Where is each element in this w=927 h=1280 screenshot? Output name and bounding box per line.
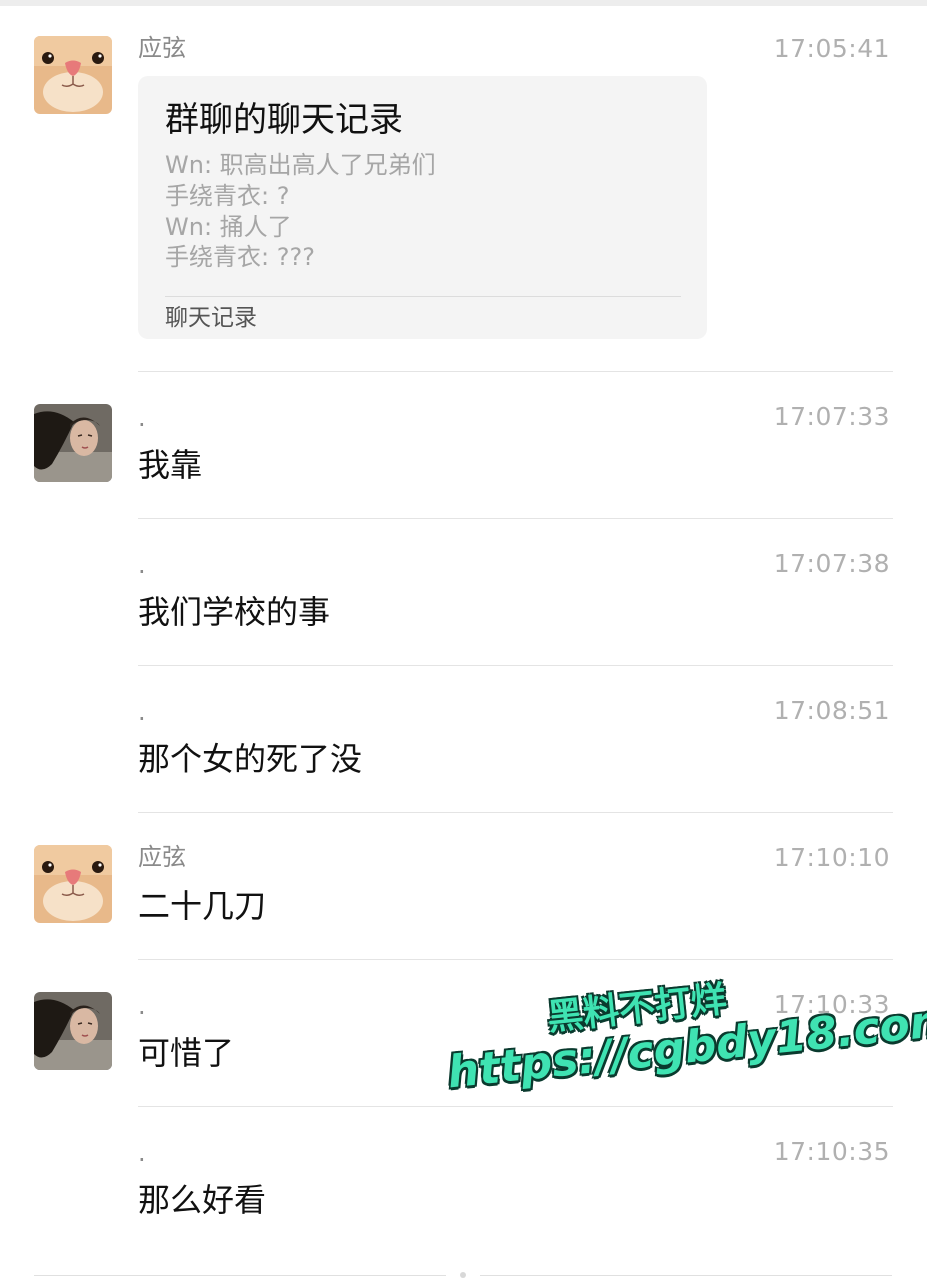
message-text: 那个女的死了没 [138, 740, 363, 778]
bottom-divider-dot [460, 1272, 466, 1278]
message-divider [138, 959, 893, 960]
sender-name: 应弦 [138, 34, 186, 62]
message-divider [138, 1106, 893, 1107]
message-text: 那么好看 [138, 1181, 267, 1219]
card-line: Wn: 职高出高人了兄弟们 [165, 151, 436, 179]
card-line: 手绕青衣: ? [165, 182, 290, 210]
sender-name: . [138, 1139, 146, 1167]
message-time: 17:07:33 [773, 402, 890, 431]
card-footer: 聊天记录 [165, 305, 257, 331]
message-divider [138, 518, 893, 519]
message-time: 17:07:38 [773, 549, 890, 578]
bottom-divider-right [480, 1275, 892, 1276]
message-text: 我们学校的事 [138, 593, 331, 631]
message-time: 17:08:51 [773, 696, 890, 725]
card-title: 群聊的聊天记录 [165, 100, 403, 140]
cat-avatar[interactable] [34, 36, 112, 114]
card-line: Wn: 捅人了 [165, 213, 292, 241]
girl-avatar[interactable] [34, 992, 112, 1070]
chat-record-card[interactable]: 群聊的聊天记录 Wn: 职高出高人了兄弟们 手绕青衣: ? Wn: 捅人了 手绕… [138, 76, 707, 339]
sender-name: . [138, 551, 146, 579]
message-text: 我靠 [138, 446, 203, 484]
message-text: 可惜了 [138, 1034, 235, 1072]
cat-avatar[interactable] [34, 845, 112, 923]
sender-name: . [138, 992, 146, 1020]
message-divider [138, 665, 893, 666]
message-divider [138, 371, 893, 372]
message-time: 17:10:35 [773, 1137, 890, 1166]
sender-name: . [138, 404, 146, 432]
sender-name: . [138, 698, 146, 726]
bottom-divider-left [34, 1275, 446, 1276]
card-divider [165, 296, 681, 297]
sender-name: 应弦 [138, 843, 186, 871]
message-time: 17:10:10 [773, 843, 890, 872]
top-strip [0, 0, 927, 6]
message-divider [138, 812, 893, 813]
card-line: 手绕青衣: ??? [165, 243, 315, 271]
girl-avatar[interactable] [34, 404, 112, 482]
message-text: 二十几刀 [138, 887, 267, 925]
message-time: 17:05:41 [773, 34, 890, 63]
